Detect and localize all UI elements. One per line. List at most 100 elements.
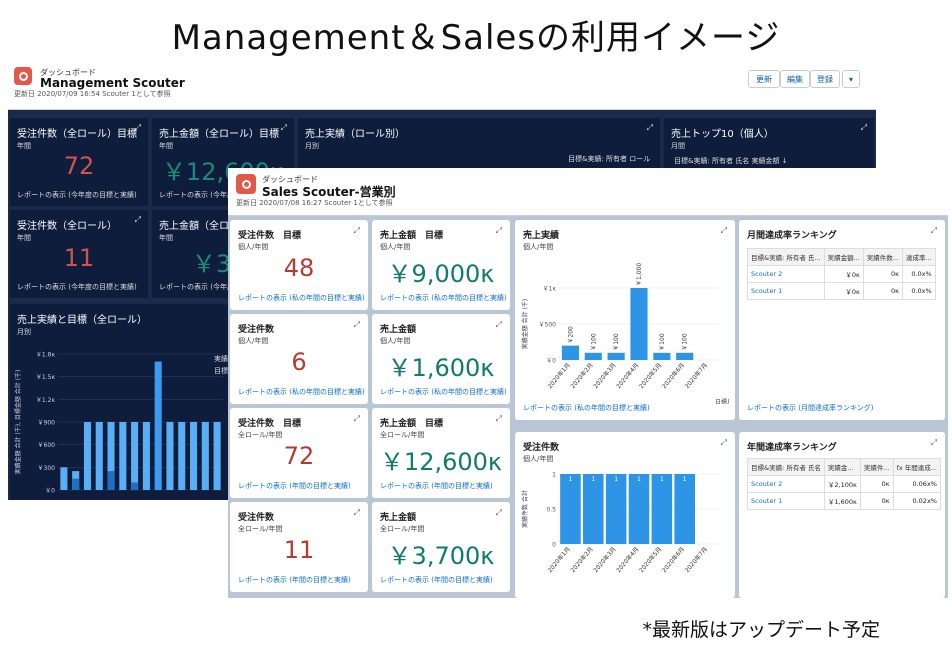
expand-icon[interactable]: ⤢	[354, 226, 360, 236]
column-header[interactable]: 実績金額...	[823, 248, 864, 266]
expand-icon[interactable]: ⤢	[861, 123, 867, 133]
table-cell: 0.06x%	[892, 475, 941, 493]
report-link[interactable]: レポートの表示 (年間の目標と実績)	[238, 575, 351, 585]
table-cell: ￥1,600κ	[823, 492, 861, 510]
card-subtitle: 個人/年間	[380, 337, 411, 345]
edit-button[interactable]: 編集	[780, 70, 810, 88]
x-axis-label: 日標月	[715, 398, 729, 404]
report-link[interactable]: レポートの表示 (私の年間の目標と実績)	[380, 387, 507, 397]
card-title: 受注件数 目標	[238, 231, 302, 241]
card-title: 売上実績	[523, 231, 560, 241]
x-tick-label: 2020年1月	[546, 361, 572, 390]
report-link[interactable]: レポートの表示 (年間の目標と実績)	[380, 481, 493, 491]
expand-icon[interactable]: ⤢	[931, 438, 937, 448]
x-tick-label: 2020年3月	[592, 545, 618, 574]
column-header[interactable]: 目標&実績: 所有者 氏名	[747, 458, 825, 476]
expand-icon[interactable]: ⤢	[354, 508, 360, 518]
data-label: 1	[569, 476, 573, 483]
metric-value: ￥3,700κ	[387, 542, 495, 570]
y-tick-label: ￥300	[38, 465, 56, 472]
column-header[interactable]: 実績金...	[823, 458, 861, 476]
metric-card: 売上金額 ⤢ 個人/年間 ￥1,600κ レポートの表示 (私の年間の目標と実績…	[372, 314, 510, 404]
table-cell: 0κ	[862, 265, 904, 283]
dashboard-logo-icon	[236, 174, 256, 194]
bar	[83, 422, 91, 490]
bar	[201, 422, 209, 490]
card-subtitle: 個人/年間	[238, 243, 269, 251]
bar	[60, 467, 68, 490]
dashboard-header: ダッシュボード Sales Scouter-営業別 更新日 2020/07/08…	[228, 168, 948, 216]
count-bar-chart: 0 0.5 1 1 2020年1月 1 2020年2月 1 2020年3月 1 2020年4月 1 20…	[521, 472, 719, 574]
expand-icon[interactable]: ⤢	[135, 215, 141, 225]
owner-link[interactable]: Scouter 2	[747, 475, 825, 493]
bar	[131, 482, 139, 490]
y-tick-label: 0.5	[546, 507, 556, 514]
metric-value: 11	[283, 536, 315, 564]
expand-icon[interactable]: ⤢	[931, 226, 937, 236]
card-title: 売上金額	[380, 513, 417, 523]
table-cell: 0.02x%	[892, 492, 941, 510]
expand-icon[interactable]: ⤢	[721, 226, 727, 236]
x-tick-label: 2020年7月	[683, 545, 709, 574]
report-link[interactable]: レポートの表示 (私の年間の目標と実績)	[523, 403, 650, 413]
expand-icon[interactable]: ⤢	[496, 320, 502, 330]
card-title: 売上実績と目標（全ロール）	[17, 315, 147, 326]
expand-icon[interactable]: ⤢	[721, 438, 727, 448]
metric-value: ￥1,600κ	[387, 354, 495, 382]
more-menu-button[interactable]: ▾	[842, 70, 860, 88]
bar	[119, 422, 127, 490]
column-header[interactable]: 実績件...	[859, 458, 894, 476]
y-axis-label: 実績金額 合計 (千), 目標金額 合計 (千)	[14, 370, 22, 475]
expand-icon[interactable]: ⤢	[496, 508, 502, 518]
subscribe-button[interactable]: 登録	[810, 70, 840, 88]
y-axis-label: 実績金額 合計 (千)	[521, 299, 529, 350]
refresh-button[interactable]: 更新	[748, 70, 780, 88]
card-title: 年間達成率ランキング	[747, 443, 837, 453]
card-title: 受注件数	[238, 513, 275, 523]
expand-icon[interactable]: ⤢	[496, 414, 502, 424]
expand-icon[interactable]: ⤢	[135, 123, 141, 133]
report-link[interactable]: レポートの表示 (今年度の目標と実績)	[17, 190, 137, 200]
report-link[interactable]: レポートの表示 (年間の目標と実績)	[238, 481, 351, 491]
table-cell: 0.0x%	[902, 265, 936, 283]
expand-icon[interactable]: ⤢	[354, 320, 360, 330]
metric-card: 受注件数 ⤢ 全ロール/年間 11 レポートの表示 (年間の目標と実績)	[230, 502, 368, 592]
report-link[interactable]: レポートの表示 (私の年間の目標と実績)	[238, 387, 365, 397]
owner-link[interactable]: Scouter 2	[747, 265, 825, 283]
report-link[interactable]: レポートの表示 (月間達成率ランキング)	[747, 403, 873, 413]
owner-link[interactable]: Scouter 1	[747, 282, 825, 300]
monthly-ranking-card: 月間達成率ランキング ⤢ 目標&実績: 所有者 氏... 実績金額... 実績件数.…	[739, 220, 945, 420]
expand-icon[interactable]: ⤢	[281, 123, 287, 133]
sales-bar-chart: ￥0 ￥500 ￥1κ ￥200 2020年1月 ￥100 2020年2月 ￥100 2020年…	[521, 263, 729, 404]
card-subtitle: 全ロール/年間	[380, 525, 425, 533]
card-title: 売上金額 目標	[380, 419, 444, 429]
owner-link[interactable]: Scouter 1	[747, 492, 825, 510]
card-subtitle: 年間	[17, 142, 31, 150]
card-title: 受注件数（全ロール）目標	[17, 129, 137, 140]
table-row: Scouter 1 ￥1,600κ 0κ 0.02x%	[747, 492, 941, 510]
x-tick-label: 2020年7月	[683, 361, 709, 390]
column-header[interactable]: fx 年間達成...	[892, 458, 941, 476]
x-tick-label: 2020年6月	[660, 545, 686, 574]
report-link[interactable]: レポートの表示 (年間の目標と実績)	[380, 575, 493, 585]
column-header[interactable]: 目標&実績: 所有者 氏...	[747, 248, 825, 266]
bar	[72, 478, 80, 490]
report-link[interactable]: レポートの表示 (今年度の目標と実績)	[17, 282, 137, 292]
report-link[interactable]: レポートの表示 (私の年間の目標と実績)	[238, 293, 365, 303]
y-tick-label: ￥0	[546, 358, 556, 365]
report-link[interactable]: レポートの表示 (私の年間の目標と実績)	[380, 293, 507, 303]
data-label: 1	[660, 476, 664, 483]
dashboard-title: Management Scouter	[40, 76, 185, 90]
column-header[interactable]: 達成率...	[902, 248, 936, 266]
column-header[interactable]: 実績件数...	[862, 248, 904, 266]
metric-card: 受注件数 目標 ⤢ 個人/年間 48 レポートの表示 (私の年間の目標と実績)	[230, 220, 368, 310]
expand-icon[interactable]: ⤢	[647, 123, 653, 133]
metric-value: 48	[283, 254, 315, 282]
data-label: ￥100	[659, 333, 666, 351]
table-cell: ￥2,100κ	[823, 475, 861, 493]
data-label: ￥100	[613, 333, 620, 351]
bar	[583, 474, 604, 544]
expand-icon[interactable]: ⤢	[496, 226, 502, 236]
card-subtitle: 個人/年間	[523, 455, 554, 463]
expand-icon[interactable]: ⤢	[354, 414, 360, 424]
